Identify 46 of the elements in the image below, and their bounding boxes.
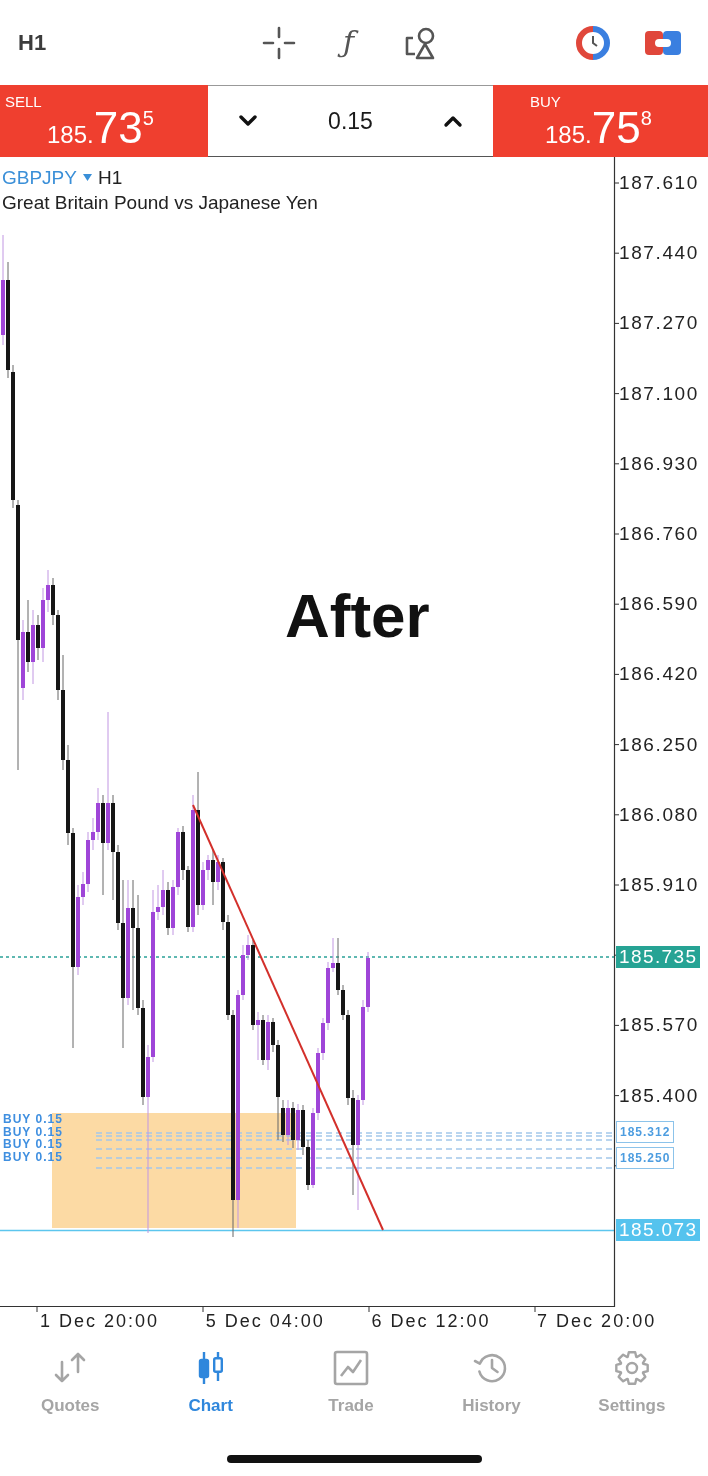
- price-axis-label: 186.590: [619, 593, 699, 616]
- order-label: BUY 0.15: [3, 1125, 63, 1138]
- nav-tab[interactable]: Settings: [561, 1340, 703, 1420]
- nav-tab[interactable]: Trade: [280, 1340, 422, 1420]
- time-axis-label: 7 Dec 20:00: [537, 1310, 657, 1332]
- current-price-tag: 185.735: [616, 945, 701, 968]
- timeframe-button[interactable]: H1: [18, 29, 47, 56]
- nav-tab[interactable]: Chart: [140, 1340, 281, 1420]
- price-axis-label: 185.400: [619, 1084, 699, 1107]
- price-axis-label: 186.420: [619, 663, 699, 686]
- price-axis-label: 185.910: [619, 874, 699, 896]
- price-axis-label: 187.610: [619, 172, 699, 194]
- chevron-up-icon[interactable]: [443, 114, 463, 128]
- price-axis-label: 187.270: [619, 312, 699, 335]
- timeframe-label: H1: [98, 166, 123, 190]
- two-tone-toggle-icon[interactable]: [645, 28, 681, 57]
- crosshair-icon[interactable]: [261, 25, 296, 60]
- order-label: BUY 0.15: [3, 1138, 63, 1151]
- price-axis-label: 185.570: [619, 1014, 699, 1037]
- price-axis-label: 187.100: [619, 382, 699, 405]
- settings-icon: [613, 1350, 650, 1386]
- volume-field[interactable]: 0.15: [328, 107, 373, 135]
- chevron-down-icon[interactable]: [238, 114, 258, 128]
- order-label: BUY 0.15: [3, 1113, 63, 1126]
- annotation-text: After: [285, 585, 430, 647]
- time-axis-label: 1 Dec 20:00: [40, 1310, 160, 1332]
- two-tone-circle-icon[interactable]: [575, 24, 611, 61]
- caret-icon[interactable]: [83, 174, 92, 181]
- sell-button[interactable]: SELL 185.73$^{5}$: [0, 85, 208, 157]
- time-axis-label: 5 Dec 04:00: [205, 1310, 325, 1332]
- price-axis-label: 186.080: [619, 803, 699, 826]
- order-price-tag: 185.312: [616, 1120, 675, 1143]
- time-axis-label: 6 Dec 12:00: [371, 1310, 491, 1332]
- symbol-name[interactable]: GBPJPY: [2, 165, 77, 190]
- price-axis-label: 186.760: [619, 523, 699, 545]
- level-price-tag: 185.073: [616, 1218, 701, 1241]
- nav-tab[interactable]: Quotes: [0, 1340, 141, 1420]
- price-axis-label: 186.250: [619, 733, 699, 756]
- symbol-description: Great Britain Pound vs Japanese Yen: [2, 191, 318, 215]
- indicators-button[interactable]: ƒ: [338, 21, 361, 64]
- nav-tab[interactable]: History: [421, 1340, 562, 1420]
- line-chart-icon: [333, 1350, 369, 1386]
- price-axis-label: 187.440: [619, 242, 699, 265]
- order-label: BUY 0.15: [3, 1150, 63, 1163]
- order-price-tag: 185.250: [616, 1146, 675, 1169]
- price-axis-label: 186.930: [619, 452, 699, 475]
